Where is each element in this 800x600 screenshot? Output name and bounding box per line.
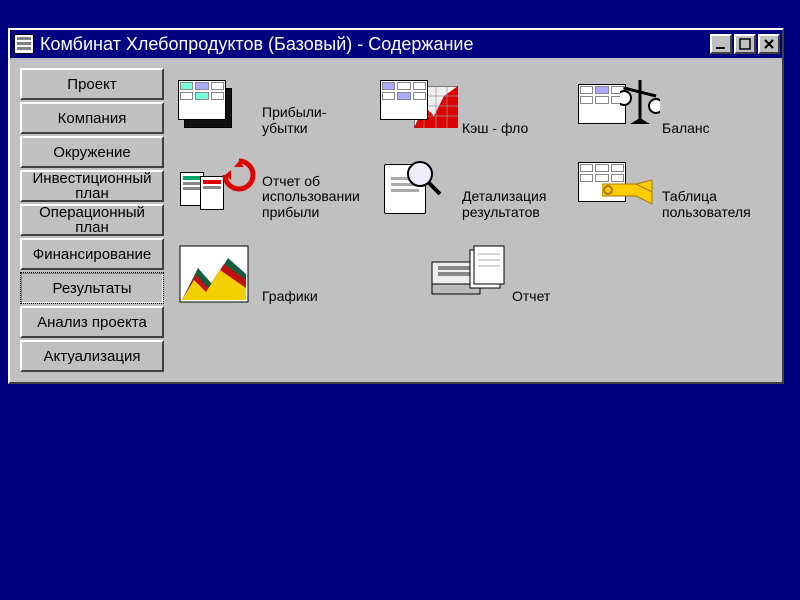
sidebar-label: Проект — [67, 77, 116, 92]
sidebar-item-environment[interactable]: Окружение — [20, 136, 164, 168]
titlebar: Комбинат Хлебопродуктов (Базовый) - Соде… — [10, 30, 782, 58]
sidebar-item-investment-plan[interactable]: Инвестиционный план — [20, 170, 164, 202]
item-label: Баланс — [662, 121, 710, 138]
sidebar-item-project-analysis[interactable]: Анализ проекта — [20, 306, 164, 338]
item-graphs[interactable]: Графики — [178, 242, 368, 306]
sidebar-label: Финансирование — [33, 247, 151, 262]
sidebar-item-financing[interactable]: Финансирование — [20, 238, 164, 270]
sidebar-label: Инвестиционный план — [22, 171, 162, 201]
balance-icon — [578, 74, 658, 138]
item-balance[interactable]: Баланс — [578, 74, 768, 138]
item-label: Кэш - фло — [462, 121, 528, 138]
sidebar-item-actualization[interactable]: Актуализация — [20, 340, 164, 372]
item-user-table[interactable]: Таблица пользователя — [578, 158, 768, 222]
sidebar-label: Компания — [58, 111, 127, 126]
sidebar-item-operation-plan[interactable]: Операционный план — [20, 204, 164, 236]
profit-loss-icon — [178, 74, 258, 138]
graphs-icon — [178, 242, 258, 306]
window-title: Комбинат Хлебопродуктов (Базовый) - Соде… — [40, 34, 708, 55]
content-row: Прибыли- убытки — [178, 74, 768, 138]
report-icon — [428, 242, 508, 306]
close-icon — [763, 38, 775, 50]
content-row: Отчет об использовании прибыли — [178, 158, 768, 222]
item-label: Таблица пользователя — [662, 189, 751, 222]
maximize-button[interactable] — [734, 34, 756, 54]
minimize-button[interactable] — [710, 34, 732, 54]
item-label: Детализация результатов — [462, 189, 546, 222]
sidebar-item-project[interactable]: Проект — [20, 68, 164, 100]
cash-flow-icon — [378, 74, 458, 138]
sidebar-label: Результаты — [53, 281, 132, 296]
item-label: Отчет — [512, 289, 550, 306]
content-area: Прибыли- убытки — [174, 68, 772, 372]
item-label: Графики — [262, 289, 318, 306]
profit-usage-icon — [178, 158, 258, 222]
client-area: Проект Компания Окружение Инвестиционный… — [10, 58, 782, 382]
maximize-icon — [739, 38, 751, 50]
app-window: Комбинат Хлебопродуктов (Базовый) - Соде… — [8, 28, 784, 384]
item-label: Прибыли- убытки — [262, 105, 326, 138]
item-label: Отчет об использовании прибыли — [262, 174, 360, 222]
sidebar: Проект Компания Окружение Инвестиционный… — [20, 68, 164, 372]
app-icon — [14, 34, 34, 54]
item-report[interactable]: Отчет — [428, 242, 618, 306]
item-profit-usage-report[interactable]: Отчет об использовании прибыли — [178, 158, 368, 222]
content-row: Графики — [178, 242, 768, 306]
sidebar-item-company[interactable]: Компания — [20, 102, 164, 134]
user-table-icon — [578, 158, 658, 222]
sidebar-label: Анализ проекта — [37, 315, 147, 330]
sidebar-item-results[interactable]: Результаты — [20, 272, 164, 304]
sidebar-label: Актуализация — [44, 349, 141, 364]
sidebar-label: Окружение — [53, 145, 130, 160]
item-cash-flow[interactable]: Кэш - фло — [378, 74, 568, 138]
minimize-icon — [715, 38, 727, 50]
close-button[interactable] — [758, 34, 780, 54]
result-details-icon — [378, 158, 458, 222]
item-result-details[interactable]: Детализация результатов — [378, 158, 568, 222]
item-profit-loss[interactable]: Прибыли- убытки — [178, 74, 368, 138]
sidebar-label: Операционный план — [22, 205, 162, 235]
